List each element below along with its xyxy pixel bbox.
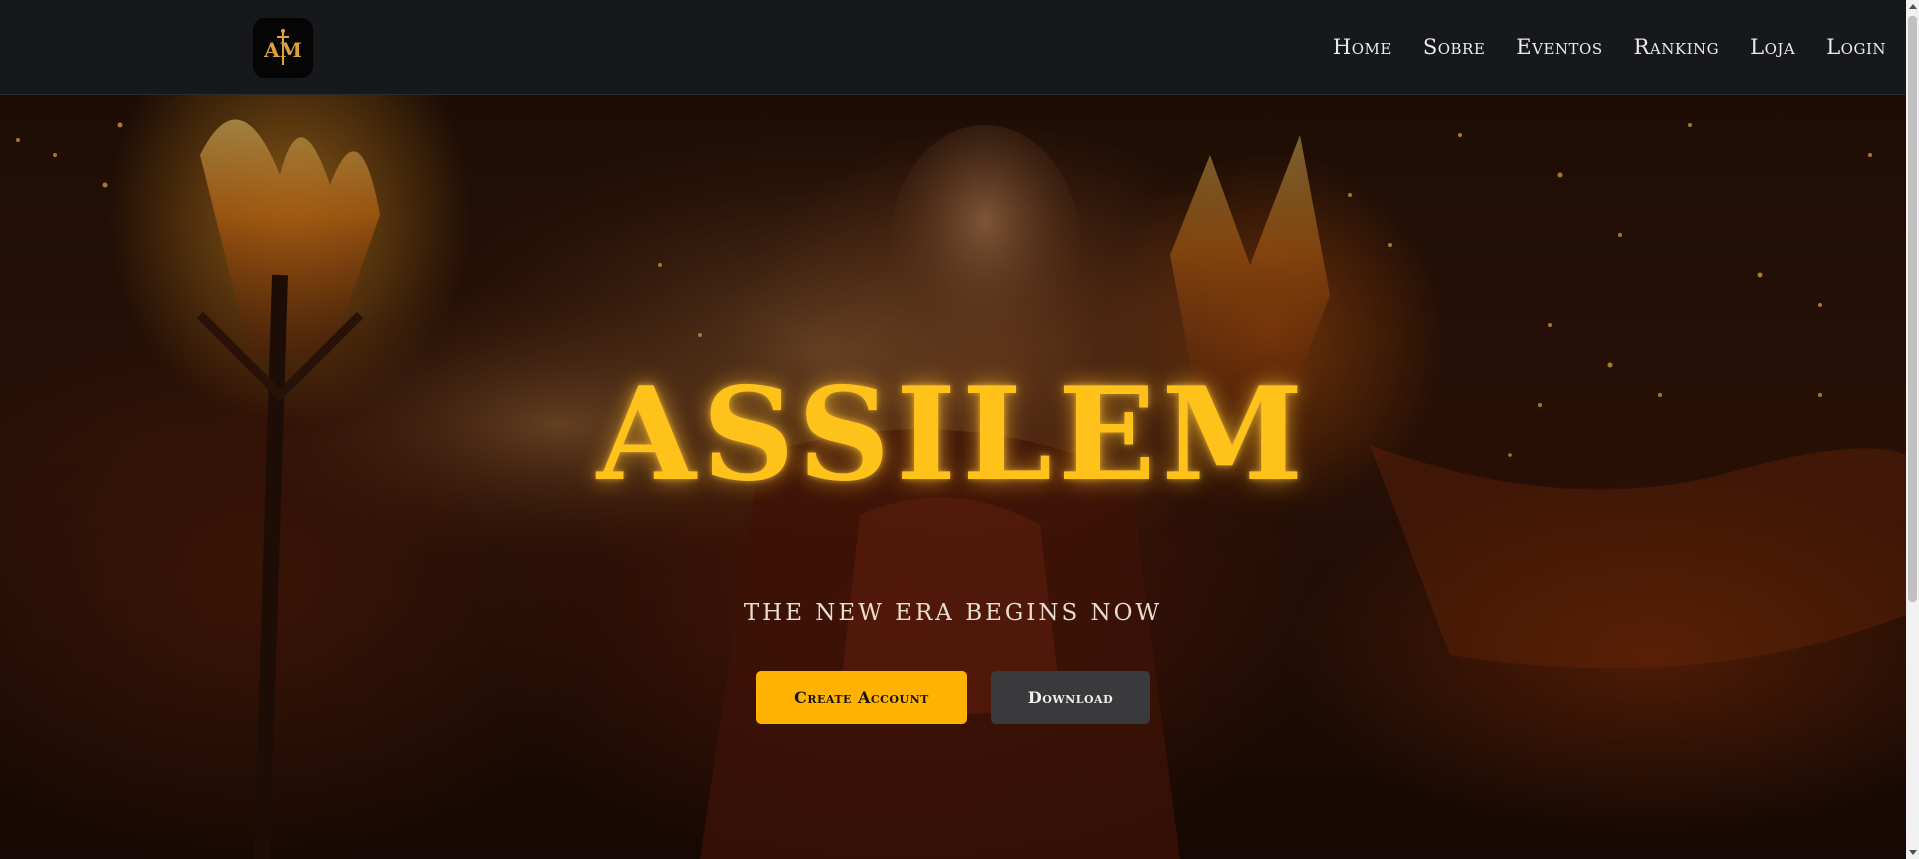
create-account-button[interactable]: Create Account bbox=[756, 671, 967, 724]
svg-text:AM: AM bbox=[263, 38, 302, 62]
main-navigation: Home Sobre Eventos Ranking Loja Login bbox=[1333, 0, 1886, 94]
scroll-up-icon[interactable] bbox=[1909, 4, 1917, 9]
page: AM Home Sobre Eventos Ranking Loja Login bbox=[0, 0, 1919, 859]
hero-tagline: THE NEW ERA BEGINS NOW bbox=[743, 600, 1163, 626]
logo-icon: AM bbox=[263, 29, 302, 65]
hero-section: ASSILEM THE NEW ERA BEGINS NOW Create Ac… bbox=[0, 95, 1906, 859]
hero-button-group: Create Account Download bbox=[0, 671, 1906, 724]
vertical-scrollbar[interactable] bbox=[1906, 0, 1919, 859]
site-logo[interactable]: AM bbox=[253, 18, 313, 78]
top-navbar: AM Home Sobre Eventos Ranking Loja Login bbox=[0, 0, 1906, 95]
nav-eventos[interactable]: Eventos bbox=[1516, 35, 1602, 59]
nav-sobre[interactable]: Sobre bbox=[1423, 35, 1485, 59]
download-button[interactable]: Download bbox=[991, 671, 1150, 724]
nav-home[interactable]: Home bbox=[1333, 35, 1392, 59]
nav-ranking[interactable]: Ranking bbox=[1634, 35, 1720, 59]
nav-login[interactable]: Login bbox=[1826, 35, 1886, 59]
nav-loja[interactable]: Loja bbox=[1750, 35, 1795, 59]
scroll-down-icon[interactable] bbox=[1909, 850, 1917, 855]
hero-title: ASSILEM bbox=[596, 360, 1310, 510]
scroll-thumb[interactable] bbox=[1908, 16, 1917, 602]
